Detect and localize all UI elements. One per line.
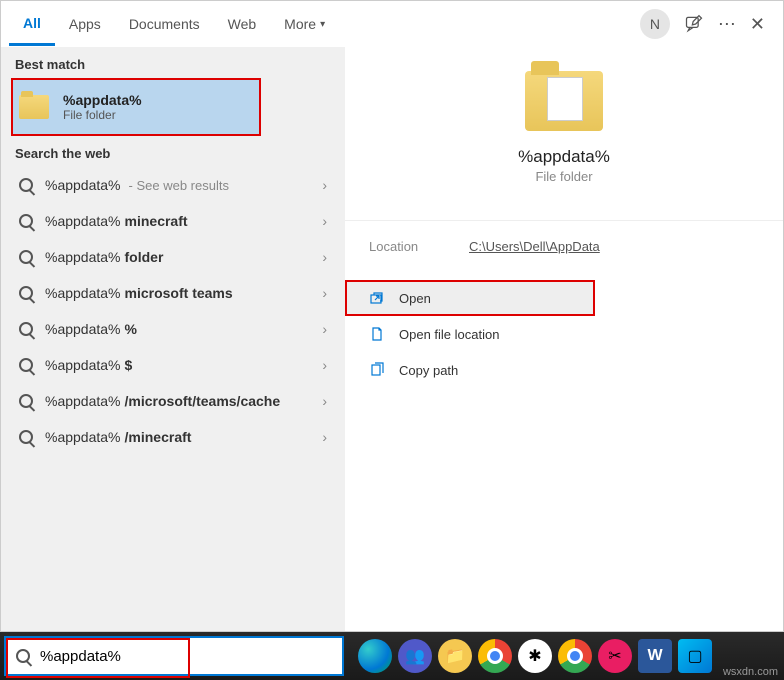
web-result-2[interactable]: %appdata% folder ›: [1, 239, 345, 275]
search-window: All Apps Documents Web More▾ N ⋯ ✕ Best …: [0, 0, 784, 632]
web-result-text: %appdata%%: [45, 321, 141, 337]
best-match-title: %appdata%: [63, 92, 142, 108]
preview-subtitle: File folder: [363, 169, 765, 184]
search-icon: [16, 649, 30, 663]
web-result-text: %appdata% folder: [45, 249, 167, 265]
chevron-right-icon: ›: [322, 285, 327, 301]
paint3d-icon[interactable]: ▢: [678, 639, 712, 673]
chevron-right-icon: ›: [322, 249, 327, 265]
web-result-text: %appdata%/microsoft/teams/cache: [45, 393, 284, 409]
chevron-right-icon: ›: [322, 321, 327, 337]
web-result-1[interactable]: %appdata% minecraft ›: [1, 203, 345, 239]
tab-more[interactable]: More▾: [270, 4, 339, 44]
web-result-text: %appdata% microsoft teams: [45, 285, 237, 301]
user-avatar[interactable]: N: [640, 9, 670, 39]
search-icon: [19, 178, 33, 192]
tab-all[interactable]: All: [9, 3, 55, 46]
tab-apps[interactable]: Apps: [55, 4, 115, 44]
results-panel: Best match %appdata% File folder Search …: [1, 47, 345, 631]
web-result-6[interactable]: %appdata%/microsoft/teams/cache ›: [1, 383, 345, 419]
chevron-right-icon: ›: [322, 393, 327, 409]
chevron-down-icon: ▾: [320, 19, 325, 30]
web-result-4[interactable]: %appdata%% ›: [1, 311, 345, 347]
action-copy-path-label: Copy path: [399, 363, 458, 378]
word-icon[interactable]: W: [638, 639, 672, 673]
search-icon: [19, 430, 33, 444]
web-result-3[interactable]: %appdata% microsoft teams ›: [1, 275, 345, 311]
taskbar-search[interactable]: [4, 636, 344, 676]
web-result-text: %appdata%/minecraft: [45, 429, 195, 445]
explorer-icon[interactable]: 📁: [438, 639, 472, 673]
tab-web[interactable]: Web: [214, 4, 271, 44]
search-icon: [19, 286, 33, 300]
more-options-icon[interactable]: ⋯: [718, 14, 736, 35]
web-result-0[interactable]: %appdata% - See web results ›: [1, 167, 345, 203]
scope-tabs: All Apps Documents Web More▾ N ⋯ ✕: [1, 1, 783, 47]
best-match-label: Best match: [1, 47, 345, 78]
location-label: Location: [369, 239, 469, 254]
taskbar-apps: 👥 📁 ✱ ✂ W ▢: [358, 639, 712, 673]
copy-icon: [369, 362, 385, 378]
taskbar: 👥 📁 ✱ ✂ W ▢: [0, 632, 784, 680]
action-open-location-label: Open file location: [399, 327, 499, 342]
web-result-text: %appdata% - See web results: [45, 177, 229, 193]
chrome-icon[interactable]: [478, 639, 512, 673]
action-open-location[interactable]: Open file location: [345, 316, 783, 352]
action-copy-path[interactable]: Copy path: [345, 352, 783, 388]
chevron-right-icon: ›: [322, 177, 327, 193]
edge-icon[interactable]: [358, 639, 392, 673]
tab-documents[interactable]: Documents: [115, 4, 214, 44]
search-web-label: Search the web: [1, 136, 345, 167]
best-match-subtitle: File folder: [63, 108, 142, 122]
web-result-text: %appdata%$: [45, 357, 136, 373]
chevron-right-icon: ›: [322, 429, 327, 445]
teams-icon[interactable]: 👥: [398, 639, 432, 673]
close-icon[interactable]: ✕: [750, 14, 765, 35]
chevron-right-icon: ›: [322, 357, 327, 373]
action-open-label: Open: [399, 291, 431, 306]
search-icon: [19, 322, 33, 336]
chrome2-icon[interactable]: [558, 639, 592, 673]
action-open[interactable]: Open: [345, 280, 595, 316]
open-icon: [369, 290, 385, 306]
best-match-result[interactable]: %appdata% File folder: [11, 78, 261, 136]
search-icon: [19, 250, 33, 264]
preview-title: %appdata%: [363, 147, 765, 167]
search-icon: [19, 394, 33, 408]
web-result-7[interactable]: %appdata%/minecraft ›: [1, 419, 345, 455]
preview-panel: %appdata% File folder Location C:\Users\…: [345, 47, 783, 631]
folder-large-icon: [525, 71, 603, 131]
snip-icon[interactable]: ✂: [598, 639, 632, 673]
search-icon: [19, 214, 33, 228]
web-result-text: %appdata% minecraft: [45, 213, 192, 229]
slack-icon[interactable]: ✱: [518, 639, 552, 673]
feedback-icon[interactable]: [684, 14, 704, 34]
folder-icon: [19, 95, 49, 119]
web-result-5[interactable]: %appdata%$ ›: [1, 347, 345, 383]
file-location-icon: [369, 326, 385, 342]
search-icon: [19, 358, 33, 372]
location-value[interactable]: C:\Users\Dell\AppData: [469, 239, 600, 254]
watermark: wsxdn.com: [723, 666, 778, 678]
chevron-right-icon: ›: [322, 213, 327, 229]
search-input[interactable]: [40, 648, 332, 665]
